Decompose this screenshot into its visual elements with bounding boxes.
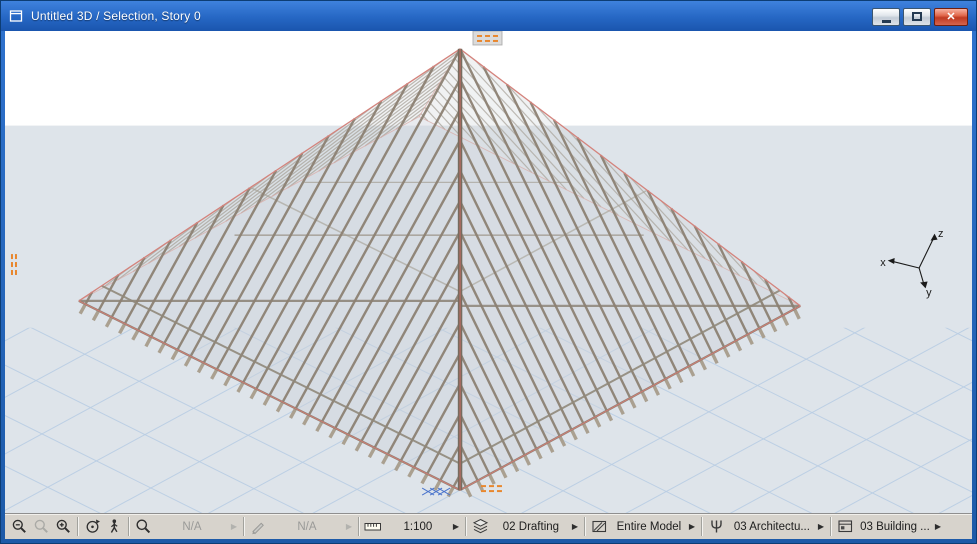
window-controls: ✕ (872, 8, 968, 26)
separator (465, 517, 466, 536)
renovation-filter-value: 03 Building ... (856, 521, 934, 533)
previous-zoom-icon (33, 518, 50, 535)
layer-popup-arrow: ▶ (572, 522, 578, 531)
scale-popup-arrow: ▶ (453, 522, 459, 531)
zoom-in-icon (55, 518, 72, 535)
zoom-out-icon (11, 518, 28, 535)
layer-combination-value: 02 Drafting (491, 521, 571, 533)
app-window: Untitled 3D / Selection, Story 0 ✕ (0, 0, 977, 544)
renovation-filter-control[interactable]: 03 Building ... ▶ (834, 516, 944, 538)
orbit-button[interactable] (81, 516, 103, 538)
model-filter-value: Entire Model (610, 521, 688, 533)
scale-control[interactable]: 1:100 ▶ (362, 516, 462, 538)
maximize-button[interactable] (903, 8, 931, 26)
minimize-button[interactable] (872, 8, 900, 26)
model-filter-icon (591, 518, 608, 535)
scale-value: 1:100 (384, 521, 452, 533)
zoom-out-button[interactable] (8, 516, 30, 538)
pen-set-popup-arrow: ▶ (346, 522, 352, 531)
model-filter-popup-arrow: ▶ (689, 522, 695, 531)
separator (128, 517, 129, 536)
pen-set-control[interactable]: N/A ▶ (247, 516, 355, 538)
model-view-options-value: 03 Architectu... (727, 521, 817, 533)
titlebar[interactable]: Untitled 3D / Selection, Story 0 ✕ (1, 1, 976, 31)
axis-z-label: z (938, 228, 943, 240)
close-icon: ✕ (946, 10, 955, 23)
separator (701, 517, 702, 536)
layer-combination-control[interactable]: 02 Drafting ▶ (469, 516, 581, 538)
renovation-popup-arrow: ▶ (935, 522, 941, 531)
close-button[interactable]: ✕ (934, 8, 968, 26)
separator (584, 517, 585, 536)
mvo-popup-arrow: ▶ (818, 522, 824, 531)
explore-walk-icon (106, 518, 123, 535)
separator (358, 517, 359, 536)
fit-in-window-icon (135, 518, 152, 535)
viewport-3d-scene: z x y (5, 31, 972, 513)
separator (830, 517, 831, 536)
window-content: z x y (5, 31, 972, 539)
viewport-3d[interactable]: z x y (5, 31, 972, 513)
axis-y-label: y (926, 287, 932, 299)
axis-x-label: x (880, 257, 886, 269)
zoom-level-control[interactable]: N/A ▶ (132, 516, 240, 538)
pen-icon (250, 518, 267, 535)
pen-set-value: N/A (269, 521, 345, 533)
scale-ruler-icon (364, 518, 382, 535)
model-view-options-icon (708, 518, 725, 535)
orbit-icon (84, 518, 101, 535)
separator (77, 517, 78, 536)
model-filter-control[interactable]: Entire Model ▶ (588, 516, 698, 538)
scroll-marker-top[interactable] (473, 31, 502, 45)
zoom-level-popup-arrow: ▶ (231, 522, 237, 531)
minimize-icon (882, 20, 891, 23)
layer-stack-icon (472, 518, 489, 535)
window-title: Untitled 3D / Selection, Story 0 (31, 9, 201, 23)
explore-button[interactable] (103, 516, 125, 538)
app-window-icon (9, 9, 24, 23)
model-view-options-control[interactable]: 03 Architectu... ▶ (705, 516, 827, 538)
zoom-in-button[interactable] (52, 516, 74, 538)
renovation-filter-icon (837, 518, 854, 535)
separator (243, 517, 244, 536)
zoom-level-value: N/A (154, 521, 230, 533)
maximize-icon (912, 12, 922, 21)
previous-zoom-button[interactable] (30, 516, 52, 538)
statusbar: N/A ▶ N/A ▶ (5, 513, 972, 539)
